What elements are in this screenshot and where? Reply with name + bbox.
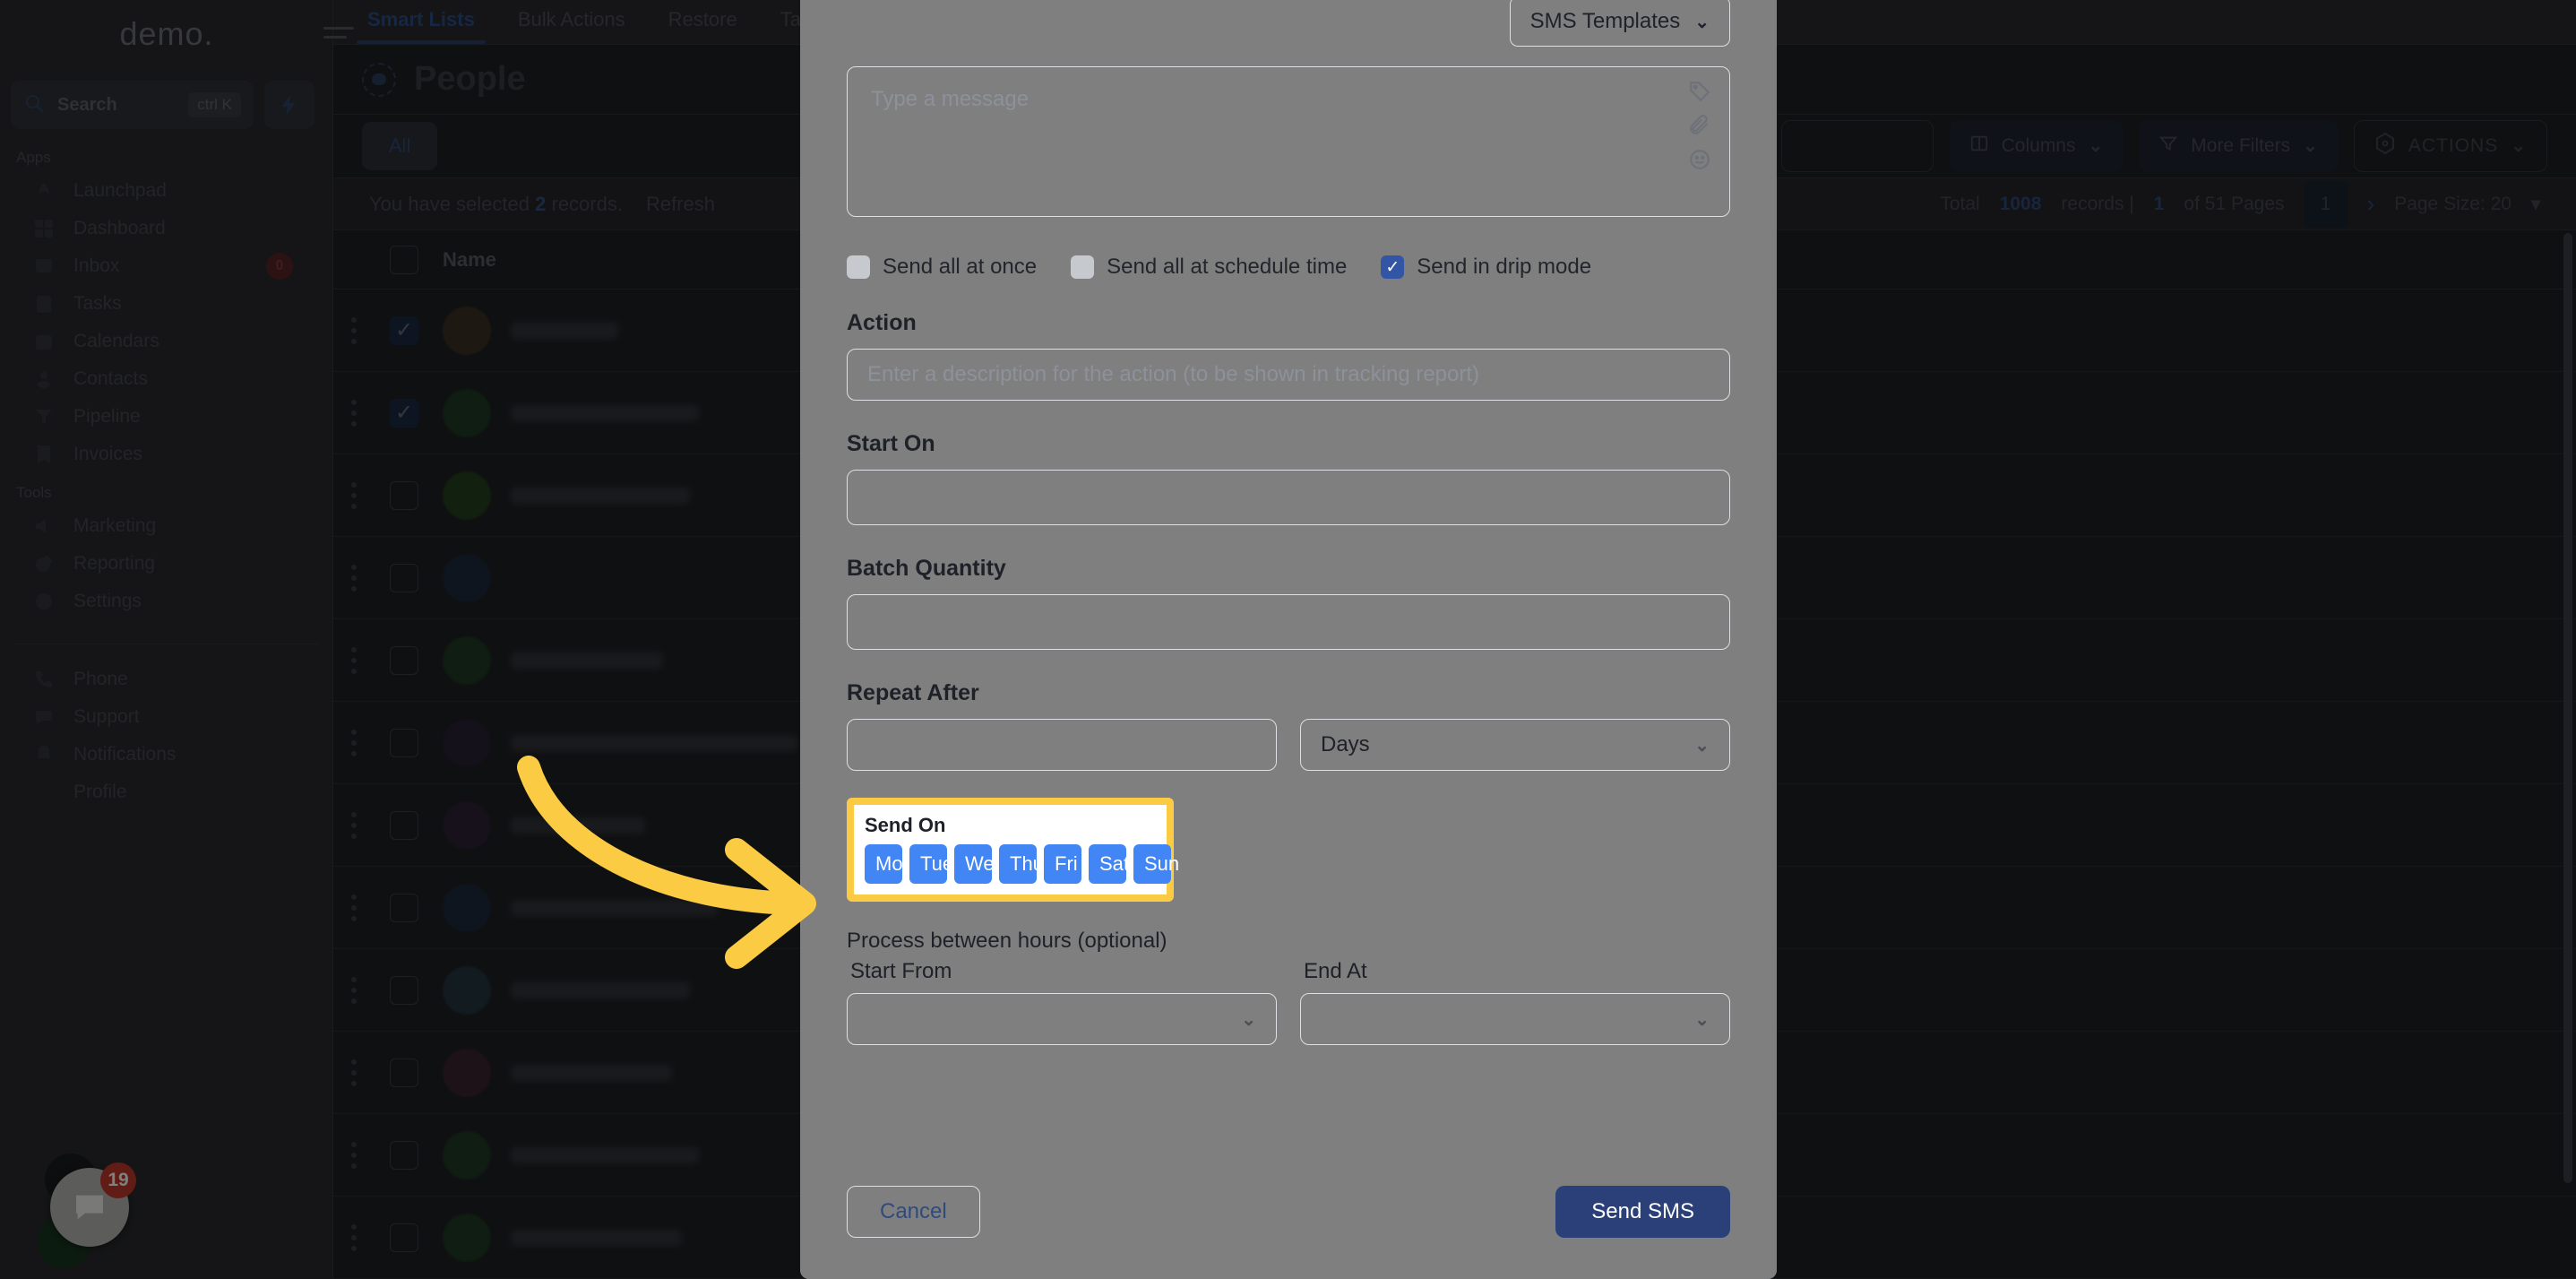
send-mode-label: Send all at once (883, 255, 1038, 279)
repeat-unit-value: Days (1321, 732, 1370, 756)
emoji-icon[interactable] (1688, 148, 1711, 171)
chevron-down-icon: ⌄ (1694, 12, 1710, 32)
message-placeholder: Type a message (871, 87, 1030, 111)
sms-templates-dropdown[interactable]: SMS Templates ⌄ (1509, 0, 1730, 47)
end-at-select[interactable]: ⌄ (1300, 993, 1730, 1045)
action-input[interactable]: Enter a description for the action (to b… (847, 349, 1730, 401)
send-on-label: Send On (865, 814, 946, 836)
send-on-highlight-box: Send On Mon Tue Wed Thu Fri Sat Sun (847, 798, 1179, 902)
chevron-down-icon: ⌄ (1694, 735, 1710, 756)
send-on-day-group: Mon Tue Wed Thu Fri Sat Sun (865, 844, 1179, 884)
process-hours-label: Process between hours (optional) (847, 929, 1167, 953)
modal-footer: Cancel Send SMS (847, 1186, 1730, 1279)
send-sms-modal: SMS Templates ⌄ Type a message Send all … (800, 0, 1777, 1279)
sms-templates-label: SMS Templates (1529, 9, 1681, 33)
repeat-after-input[interactable] (847, 719, 1277, 771)
day-button-mon[interactable]: Mon (865, 844, 914, 884)
chevron-down-icon: ⌄ (1241, 1009, 1256, 1030)
batch-quantity-input[interactable] (847, 594, 1730, 650)
repeat-after-row: Days ⌄ (847, 719, 1730, 771)
send-mode-group: Send all at once Send all at schedule ti… (847, 255, 1730, 280)
start-on-input[interactable] (847, 470, 1730, 525)
cancel-button[interactable]: Cancel (847, 1186, 980, 1238)
start-from-label: Start From (850, 959, 952, 983)
start-from-group: Start From ⌄ (847, 959, 1277, 1045)
repeat-unit-select[interactable]: Days ⌄ (1300, 719, 1730, 771)
checkbox[interactable] (1071, 255, 1095, 279)
attachment-icon[interactable] (1688, 114, 1711, 137)
day-button-sun[interactable]: Sun (1133, 844, 1179, 884)
start-on-label: Start On (847, 431, 935, 456)
send-mode-drip[interactable]: Send in drip mode (1381, 255, 1591, 280)
chevron-down-icon: ⌄ (1694, 1009, 1710, 1030)
sms-templates-row: SMS Templates ⌄ (847, 0, 1730, 47)
message-textarea[interactable]: Type a message (847, 66, 1730, 217)
action-placeholder: Enter a description for the action (to b… (867, 362, 1480, 386)
send-mode-schedule-time[interactable]: Send all at schedule time (1071, 255, 1347, 280)
day-button-fri[interactable]: Fri (1044, 844, 1081, 884)
start-from-select[interactable]: ⌄ (847, 993, 1277, 1045)
action-label: Action (847, 310, 917, 335)
checkbox-checked[interactable] (1381, 255, 1405, 279)
send-mode-label: Send in drip mode (1417, 255, 1592, 279)
message-toolbar (1688, 80, 1711, 171)
send-sms-button[interactable]: Send SMS (1555, 1186, 1730, 1238)
tag-icon[interactable] (1688, 80, 1711, 103)
day-button-thu[interactable]: Thu (999, 844, 1044, 884)
repeat-after-label: Repeat After (847, 680, 979, 705)
day-button-tue[interactable]: Tue (909, 844, 953, 884)
end-at-label: End At (1304, 959, 1367, 983)
checkbox[interactable] (847, 255, 870, 279)
end-at-group: End At ⌄ (1300, 959, 1730, 1045)
send-mode-label: Send all at schedule time (1107, 255, 1348, 279)
day-button-sat[interactable]: Sat (1089, 844, 1129, 884)
batch-quantity-label: Batch Quantity (847, 556, 1006, 581)
day-button-wed[interactable]: Wed (954, 844, 1005, 884)
process-hours-row: Start From ⌄ End At ⌄ (847, 959, 1730, 1045)
send-mode-all-at-once[interactable]: Send all at once (847, 255, 1037, 280)
